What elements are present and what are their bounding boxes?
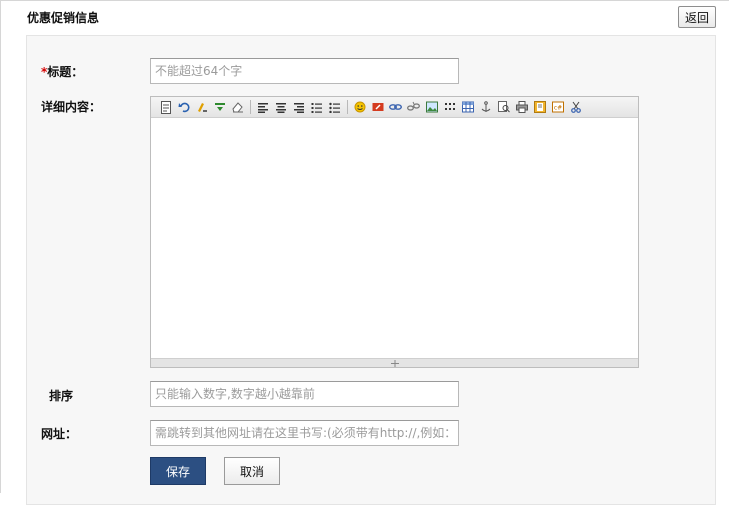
- content-label: 详细内容：: [41, 100, 102, 114]
- special-char-icon[interactable]: [441, 99, 458, 116]
- undo-icon[interactable]: [175, 99, 192, 116]
- unlink-icon[interactable]: [405, 99, 422, 116]
- editor-content-area[interactable]: [151, 118, 638, 358]
- table-icon[interactable]: [459, 99, 476, 116]
- emoticon-icon[interactable]: [351, 99, 368, 116]
- flash-icon[interactable]: [369, 99, 386, 116]
- link-icon[interactable]: [387, 99, 404, 116]
- ordered-list-icon[interactable]: [308, 99, 325, 116]
- resize-grip-icon: [390, 359, 399, 367]
- print-icon[interactable]: [513, 99, 530, 116]
- toolbar-separator: [250, 100, 251, 114]
- eraser-icon[interactable]: [229, 99, 246, 116]
- url-label: 网址：: [41, 427, 78, 441]
- insert-file-icon[interactable]: [531, 99, 548, 116]
- toolbar-separator: [347, 100, 348, 114]
- save-button[interactable]: 保存: [150, 457, 206, 485]
- insert-code-icon[interactable]: c#: [549, 99, 566, 116]
- paste-text-icon[interactable]: [211, 99, 228, 116]
- cut-icon[interactable]: [567, 99, 584, 116]
- cancel-button[interactable]: 取消: [224, 457, 280, 485]
- preview-icon[interactable]: [495, 99, 512, 116]
- anchor-icon[interactable]: [477, 99, 494, 116]
- sort-label: 排序: [49, 389, 74, 403]
- unordered-list-icon[interactable]: [326, 99, 343, 116]
- title-label-text: 标题：: [47, 65, 84, 79]
- title-input[interactable]: [150, 58, 459, 84]
- svg-text:c#: c#: [553, 105, 561, 112]
- editor-resize-handle[interactable]: [151, 358, 638, 367]
- source-icon[interactable]: [157, 99, 174, 116]
- url-input[interactable]: [150, 420, 459, 446]
- image-icon[interactable]: [423, 99, 440, 116]
- back-button[interactable]: 返回: [678, 6, 716, 28]
- title-label: *标题：: [41, 63, 83, 80]
- clear-format-icon[interactable]: [193, 99, 210, 116]
- align-right-icon[interactable]: [290, 99, 307, 116]
- sort-input[interactable]: [150, 381, 459, 407]
- align-left-icon[interactable]: [254, 99, 271, 116]
- panel-title: 优惠促销信息: [27, 11, 100, 25]
- align-center-icon[interactable]: [272, 99, 289, 116]
- editor-toolbar: c#: [151, 97, 638, 118]
- rich-text-editor: c#: [150, 96, 639, 368]
